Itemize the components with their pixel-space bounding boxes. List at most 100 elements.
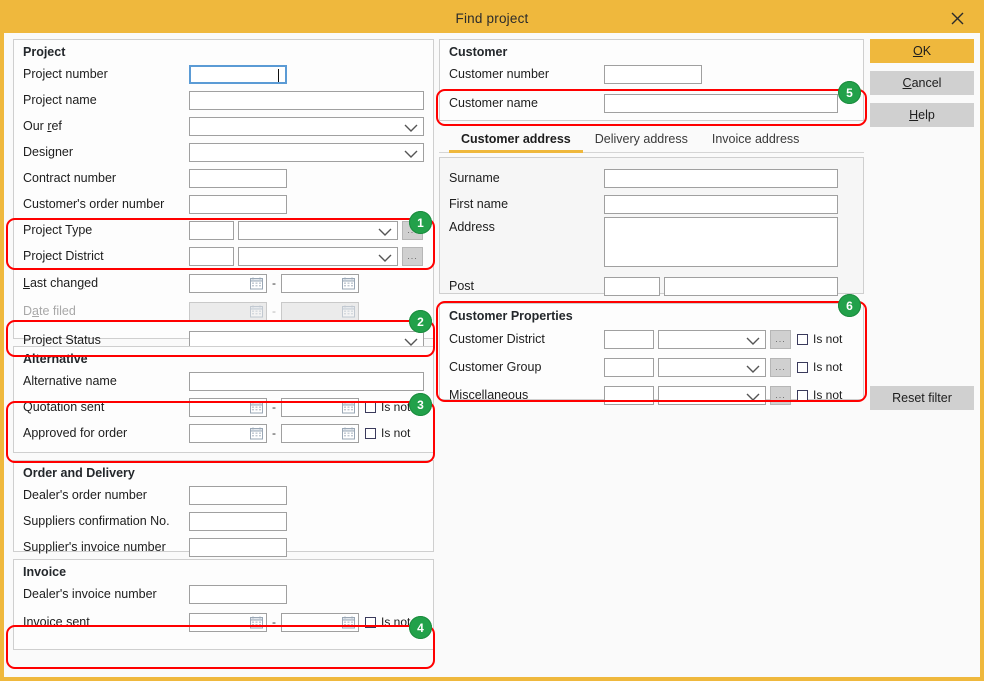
surname-input[interactable] bbox=[604, 169, 838, 188]
project-district-combo[interactable] bbox=[238, 247, 398, 266]
customer-name-input[interactable] bbox=[604, 94, 838, 113]
project-type-code-input[interactable] bbox=[189, 221, 234, 240]
date-range-separator: - bbox=[267, 426, 281, 440]
group-customer-properties-legend: Customer Properties bbox=[440, 304, 863, 325]
project-status-label: Project Status bbox=[23, 333, 189, 347]
customer-group-browse-button[interactable]: ... bbox=[770, 358, 791, 377]
miscellaneous-browse-button[interactable]: ... bbox=[770, 386, 791, 405]
row-dealers-order-number: Dealer's order number bbox=[14, 482, 433, 508]
ok-button[interactable]: OK bbox=[870, 39, 974, 63]
project-number-input[interactable] bbox=[189, 65, 287, 84]
customer-district-code-input[interactable] bbox=[604, 330, 654, 349]
alternative-name-label: Alternative name bbox=[23, 374, 189, 388]
customer-group-isnot-checkbox[interactable] bbox=[797, 362, 808, 373]
approved-for-order-to-input[interactable] bbox=[281, 424, 359, 443]
customer-district-label: Customer District bbox=[449, 332, 604, 346]
last-changed-label: Last changed bbox=[23, 276, 189, 290]
post-name-input[interactable] bbox=[664, 277, 838, 296]
dialog-body: Project Project number Project name Our … bbox=[4, 33, 980, 677]
invoice-sent-isnot-checkbox[interactable] bbox=[365, 617, 376, 628]
first-name-label: First name bbox=[449, 197, 604, 211]
approved-for-order-from-input[interactable] bbox=[189, 424, 267, 443]
quotation-sent-from-input[interactable] bbox=[189, 398, 267, 417]
quotation-sent-label: Quotation sent bbox=[23, 400, 189, 414]
customer-number-input[interactable] bbox=[604, 65, 702, 84]
cancel-button[interactable]: Cancel bbox=[870, 71, 974, 95]
close-icon[interactable] bbox=[940, 4, 974, 33]
project-district-code-input[interactable] bbox=[189, 247, 234, 266]
customer-group-label: Customer Group bbox=[449, 360, 604, 374]
project-name-input[interactable] bbox=[189, 91, 424, 110]
customer-district-browse-button[interactable]: ... bbox=[770, 330, 791, 349]
miscellaneous-combo[interactable] bbox=[658, 386, 766, 405]
customers-order-number-label: Customer's order number bbox=[23, 197, 189, 211]
group-customer: Customer Customer number Customer name bbox=[439, 39, 864, 121]
row-project-type: Project Type ... bbox=[14, 217, 433, 243]
page-title: Find project bbox=[456, 11, 529, 26]
row-surname: Surname bbox=[440, 165, 863, 191]
contract-number-input[interactable] bbox=[189, 169, 287, 188]
date-filed-from-input bbox=[189, 302, 267, 321]
designer-combo[interactable] bbox=[189, 143, 424, 162]
left-column: Project Project number Project name Our … bbox=[13, 39, 434, 657]
customer-group-isnot-wrap: Is not bbox=[797, 360, 842, 374]
calendar-icon bbox=[342, 305, 355, 321]
customer-group-combo[interactable] bbox=[658, 358, 766, 377]
suppliers-invoice-number-label: Supplier's invoice number bbox=[23, 540, 189, 554]
miscellaneous-isnot-checkbox[interactable] bbox=[797, 390, 808, 401]
tab-delivery-address[interactable]: Delivery address bbox=[583, 132, 700, 153]
suppliers-invoice-number-input[interactable] bbox=[189, 538, 287, 557]
calendar-icon bbox=[342, 616, 355, 632]
row-customer-group: Customer Group ... Is not bbox=[440, 353, 863, 381]
reset-filter-button[interactable]: Reset filter bbox=[870, 386, 974, 410]
group-alternative-legend: Alternative bbox=[14, 347, 433, 368]
row-approved-for-order: Approved for order - Is not bbox=[14, 420, 433, 446]
customer-district-isnot-checkbox[interactable] bbox=[797, 334, 808, 345]
row-customer-district: Customer District ... Is not bbox=[440, 325, 863, 353]
tab-customer-address[interactable]: Customer address bbox=[449, 132, 583, 153]
last-changed-from-input[interactable] bbox=[189, 274, 267, 293]
last-changed-to-input[interactable] bbox=[281, 274, 359, 293]
customers-order-number-input[interactable] bbox=[189, 195, 287, 214]
customer-group-isnot-label: Is not bbox=[813, 360, 842, 374]
dealers-order-number-input[interactable] bbox=[189, 486, 287, 505]
suppliers-confirmation-label: Suppliers confirmation No. bbox=[23, 514, 189, 528]
our-ref-combo[interactable] bbox=[189, 117, 424, 136]
miscellaneous-isnot-label: Is not bbox=[813, 388, 842, 402]
row-contract-number: Contract number bbox=[14, 165, 433, 191]
project-district-browse-button[interactable]: ... bbox=[402, 247, 423, 266]
callout-badge-2: 2 bbox=[409, 310, 432, 333]
suppliers-confirmation-input[interactable] bbox=[189, 512, 287, 531]
row-miscellaneous: Miscellaneous ... Is not bbox=[440, 381, 863, 409]
calendar-icon bbox=[250, 401, 263, 417]
date-range-separator: - bbox=[267, 276, 281, 290]
quotation-sent-isnot-checkbox[interactable] bbox=[365, 402, 376, 413]
first-name-input[interactable] bbox=[604, 195, 838, 214]
customer-district-isnot-wrap: Is not bbox=[797, 332, 842, 346]
row-date-filed: Date filed - bbox=[14, 297, 433, 325]
customer-district-combo[interactable] bbox=[658, 330, 766, 349]
address-textarea[interactable] bbox=[604, 217, 838, 267]
customer-number-label: Customer number bbox=[449, 67, 604, 81]
approved-for-order-isnot-wrap: Is not bbox=[365, 426, 410, 440]
alternative-name-input[interactable] bbox=[189, 372, 424, 391]
dealers-invoice-number-input[interactable] bbox=[189, 585, 287, 604]
calendar-icon bbox=[250, 305, 263, 321]
help-button[interactable]: Help bbox=[870, 103, 974, 127]
miscellaneous-code-input[interactable] bbox=[604, 386, 654, 405]
text-caret bbox=[278, 69, 279, 82]
invoice-sent-from-input[interactable] bbox=[189, 613, 267, 632]
project-type-combo[interactable] bbox=[238, 221, 398, 240]
tab-invoice-address[interactable]: Invoice address bbox=[700, 132, 812, 153]
row-invoice-sent: Invoice sent - Is not bbox=[14, 607, 433, 637]
invoice-sent-to-input[interactable] bbox=[281, 613, 359, 632]
approved-for-order-isnot-checkbox[interactable] bbox=[365, 428, 376, 439]
quotation-sent-to-input[interactable] bbox=[281, 398, 359, 417]
quotation-sent-isnot-label: Is not bbox=[381, 400, 410, 414]
post-code-input[interactable] bbox=[604, 277, 660, 296]
panel-customer-address: Surname First name Address Post bbox=[439, 157, 864, 294]
customer-group-code-input[interactable] bbox=[604, 358, 654, 377]
group-invoice: Invoice Dealer's invoice number Invoice … bbox=[13, 559, 434, 650]
callout-badge-1: 1 bbox=[409, 211, 432, 234]
row-dealers-invoice-number: Dealer's invoice number bbox=[14, 581, 433, 607]
